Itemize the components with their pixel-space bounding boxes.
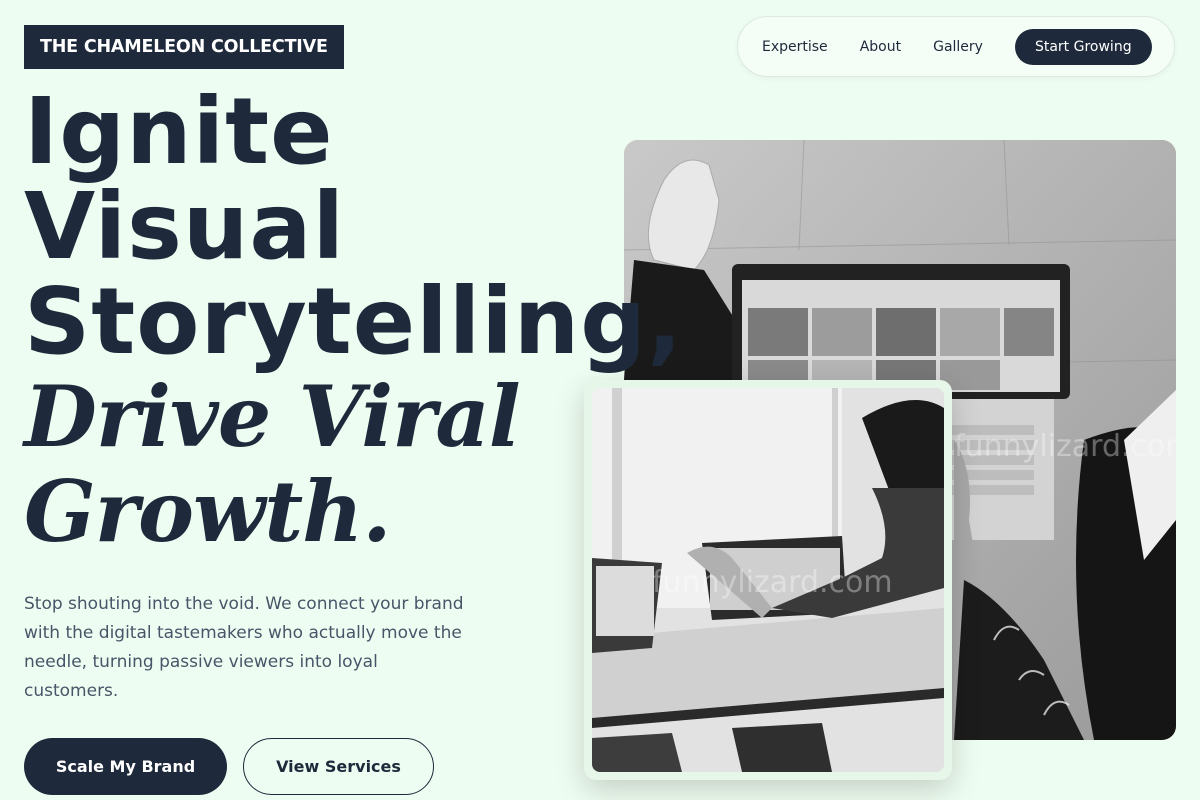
scale-my-brand-button[interactable]: Scale My Brand: [24, 738, 227, 795]
secondary-photo-watermark: funnylizard.com: [652, 565, 893, 600]
nav-link-gallery[interactable]: Gallery: [933, 39, 983, 55]
hero-title-line-1: Ignite: [24, 78, 334, 185]
hero-description: Stop shouting into the void. We connect …: [24, 594, 464, 701]
hero-title-italic-line-2: Growth.: [24, 462, 391, 561]
brand-logo[interactable]: THE CHAMELEON COLLECTIVE: [24, 25, 344, 69]
brand-logo-text: THE CHAMELEON COLLECTIVE: [40, 37, 328, 57]
nav-link-expertise[interactable]: Expertise: [762, 39, 828, 55]
hero-title-line-3: Storytelling,: [24, 268, 684, 375]
hero-title-line-2: Visual: [24, 173, 345, 280]
nav-link-about[interactable]: About: [860, 39, 901, 55]
top-nav: Expertise About Gallery Start Growing: [737, 16, 1175, 77]
start-growing-button[interactable]: Start Growing: [1014, 28, 1152, 65]
hero-title: Ignite Visual Storytelling, Drive Viral …: [24, 84, 683, 559]
hero-title-italic-line-1: Drive Viral: [24, 367, 521, 466]
main-photo-watermark: funnylizard.com: [954, 429, 1176, 464]
view-services-button[interactable]: View Services: [243, 738, 434, 795]
